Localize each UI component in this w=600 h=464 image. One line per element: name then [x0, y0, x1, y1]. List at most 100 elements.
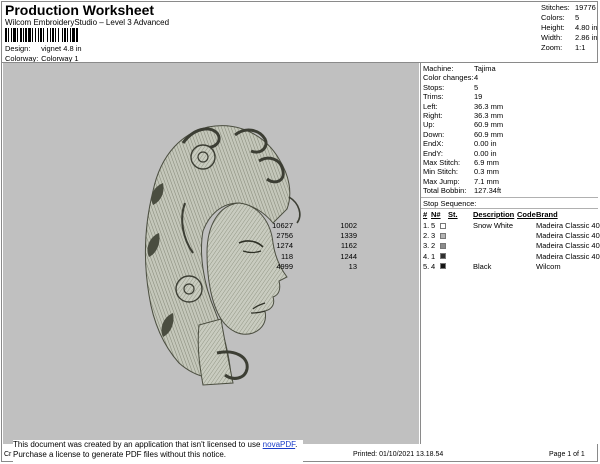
col-num-header: #	[423, 210, 428, 219]
property-row: Machine: Tajima	[423, 64, 496, 73]
design-stats: Stitches: 19776 Colors: 5 Height: 4.80 in W…	[541, 3, 598, 53]
sequence-cell-n: 3	[431, 231, 436, 241]
sequence-cell-n: 5	[431, 221, 436, 230]
property-label: EndX:	[423, 139, 444, 149]
property-label: Trims:	[423, 92, 444, 102]
property-label: Total Bobbin:	[423, 186, 467, 196]
thread-color-swatch	[440, 222, 446, 229]
sequence-cell-num: 4.	[423, 251, 430, 261]
notice-line-2: Purchase a license to generate PDF files…	[13, 450, 226, 459]
sequence-cell-n: 1	[431, 251, 436, 261]
property-row: Color changes:4	[423, 73, 478, 82]
sequence-cell-n: 2	[431, 241, 436, 251]
property-row: Max Stitch: 6.9 mm	[423, 158, 499, 167]
properties-panel: Machine: Tajima Color changes:4 Stops: 5 Trim…	[272, 63, 600, 444]
property-value: 6.9 mm	[474, 158, 500, 167]
panel-divider-bottom	[421, 208, 598, 209]
design-value: vignet 4.8 in	[41, 44, 82, 53]
property-row: EndY: 0.00 in	[423, 149, 497, 158]
thread-color-swatch	[440, 242, 446, 249]
property-value: 5	[474, 82, 479, 92]
page-title: Production Worksheet	[5, 2, 155, 18]
sequence-cell-num: 5.	[423, 261, 430, 271]
col-st-header: St.	[448, 210, 458, 219]
sequence-cell-brand: Madeira Classic 40	[536, 231, 600, 241]
property-label: Right:	[423, 111, 443, 120]
col-description-header: Description	[473, 210, 515, 219]
property-value: Tajima	[474, 64, 496, 73]
property-value: 36.3 mm	[474, 101, 504, 111]
stat-zoom: Zoom: 1:1	[541, 43, 586, 52]
stop-sequence-heading: Stop Sequence:	[423, 199, 477, 208]
printed-timestamp: Printed: 01/10/2021 13.18.54	[353, 451, 444, 458]
property-row: Trims: 19	[423, 92, 482, 101]
property-row: Left: 36.3 mm	[423, 102, 503, 111]
sequence-cell-num: 2.	[423, 231, 430, 241]
property-value: 127.34ft	[474, 186, 502, 196]
property-label: Down:	[423, 129, 445, 139]
property-label: Left:	[423, 101, 438, 111]
col-code-header: Code	[517, 210, 536, 219]
thread-color-swatch	[440, 253, 446, 260]
property-label: EndY:	[423, 148, 444, 158]
property-value: 19	[474, 92, 483, 102]
property-row: Up: 60.9 mm	[423, 120, 503, 129]
sequence-cell-brand: Madeira Classic 40	[536, 241, 600, 251]
sequence-cell-st: 2756	[276, 231, 293, 241]
property-label: Max Stitch:	[423, 158, 461, 167]
sequence-cell-st: 4999	[276, 261, 293, 271]
footer-left-text: Cr	[4, 451, 12, 458]
panel-divider-top	[421, 197, 598, 198]
sequence-cell-brand: Madeira Classic 40	[536, 221, 600, 230]
property-value: 0.00 in	[474, 139, 497, 149]
barcode-image	[5, 28, 78, 42]
property-value: 0.00 in	[474, 148, 497, 158]
stat-stitches: Stitches: 19776	[541, 3, 596, 12]
property-row: Max Jump: 7.1 mm	[423, 177, 499, 186]
property-value: 36.3 mm	[474, 111, 504, 120]
sequence-cell-code: 1339	[340, 231, 357, 241]
sequence-cell-desc: Black	[473, 261, 492, 271]
property-row: Down: 60.9 mm	[423, 130, 503, 139]
design-label: Design:	[5, 44, 31, 53]
sequence-cell-num: 1.	[423, 221, 430, 230]
col-n-header: N#	[431, 210, 441, 219]
property-row: Total Bobbin: 127.34ft	[423, 186, 501, 195]
property-label: Machine:	[423, 64, 454, 73]
design-row: Design: vignet 4.8 in	[5, 44, 82, 53]
property-row: EndX: 0.00 in	[423, 139, 497, 148]
sequence-cell-code: 1244	[340, 251, 357, 261]
sequence-cell-st: 1274	[276, 241, 293, 251]
sequence-cell-num: 3.	[423, 241, 430, 251]
novapdf-notice: This document was created by an applicat…	[13, 440, 303, 462]
sequence-cell-st: 118	[281, 251, 293, 261]
property-row: Stops: 5	[423, 83, 478, 92]
property-label: Stops:	[423, 82, 445, 92]
stat-colors: Colors: 5	[541, 13, 580, 22]
thread-color-swatch	[440, 232, 446, 239]
sequence-cell-code: 1162	[340, 241, 357, 251]
col-brand-header: Brand	[536, 210, 558, 219]
page-number: Page 1 of 1	[549, 451, 585, 458]
notice-line-1: This document was created by an applicat…	[13, 440, 298, 449]
sequence-cell-code: 13	[348, 261, 357, 271]
property-value: 60.9 mm	[474, 129, 504, 139]
property-value: 0.3 mm	[474, 167, 500, 177]
property-row: Right: 36.3 mm	[423, 111, 503, 120]
property-label: Max Jump:	[423, 176, 460, 186]
sequence-cell-code: 1002	[340, 221, 357, 230]
property-value: 7.1 mm	[474, 176, 500, 186]
property-row: Min Stitch: 0.3 mm	[423, 167, 499, 176]
sequence-cell-brand: Wilcom	[536, 261, 561, 271]
sequence-cell-n: 4	[431, 261, 436, 271]
property-label: Up:	[423, 120, 435, 130]
stat-height: Height: 4.80 in	[541, 23, 598, 32]
property-label: Min Stitch:	[423, 167, 459, 177]
software-subtitle: Wilcom EmbroideryStudio – Level 3 Advanc…	[5, 18, 170, 27]
property-value: 60.9 mm	[474, 120, 504, 130]
property-value: 4	[474, 73, 479, 83]
sequence-cell-st: 10627	[272, 221, 293, 230]
sequence-cell-desc: Snow White	[473, 221, 514, 230]
novapdf-link[interactable]: novaPDF	[263, 440, 295, 449]
property-label: Color changes:	[423, 73, 474, 83]
